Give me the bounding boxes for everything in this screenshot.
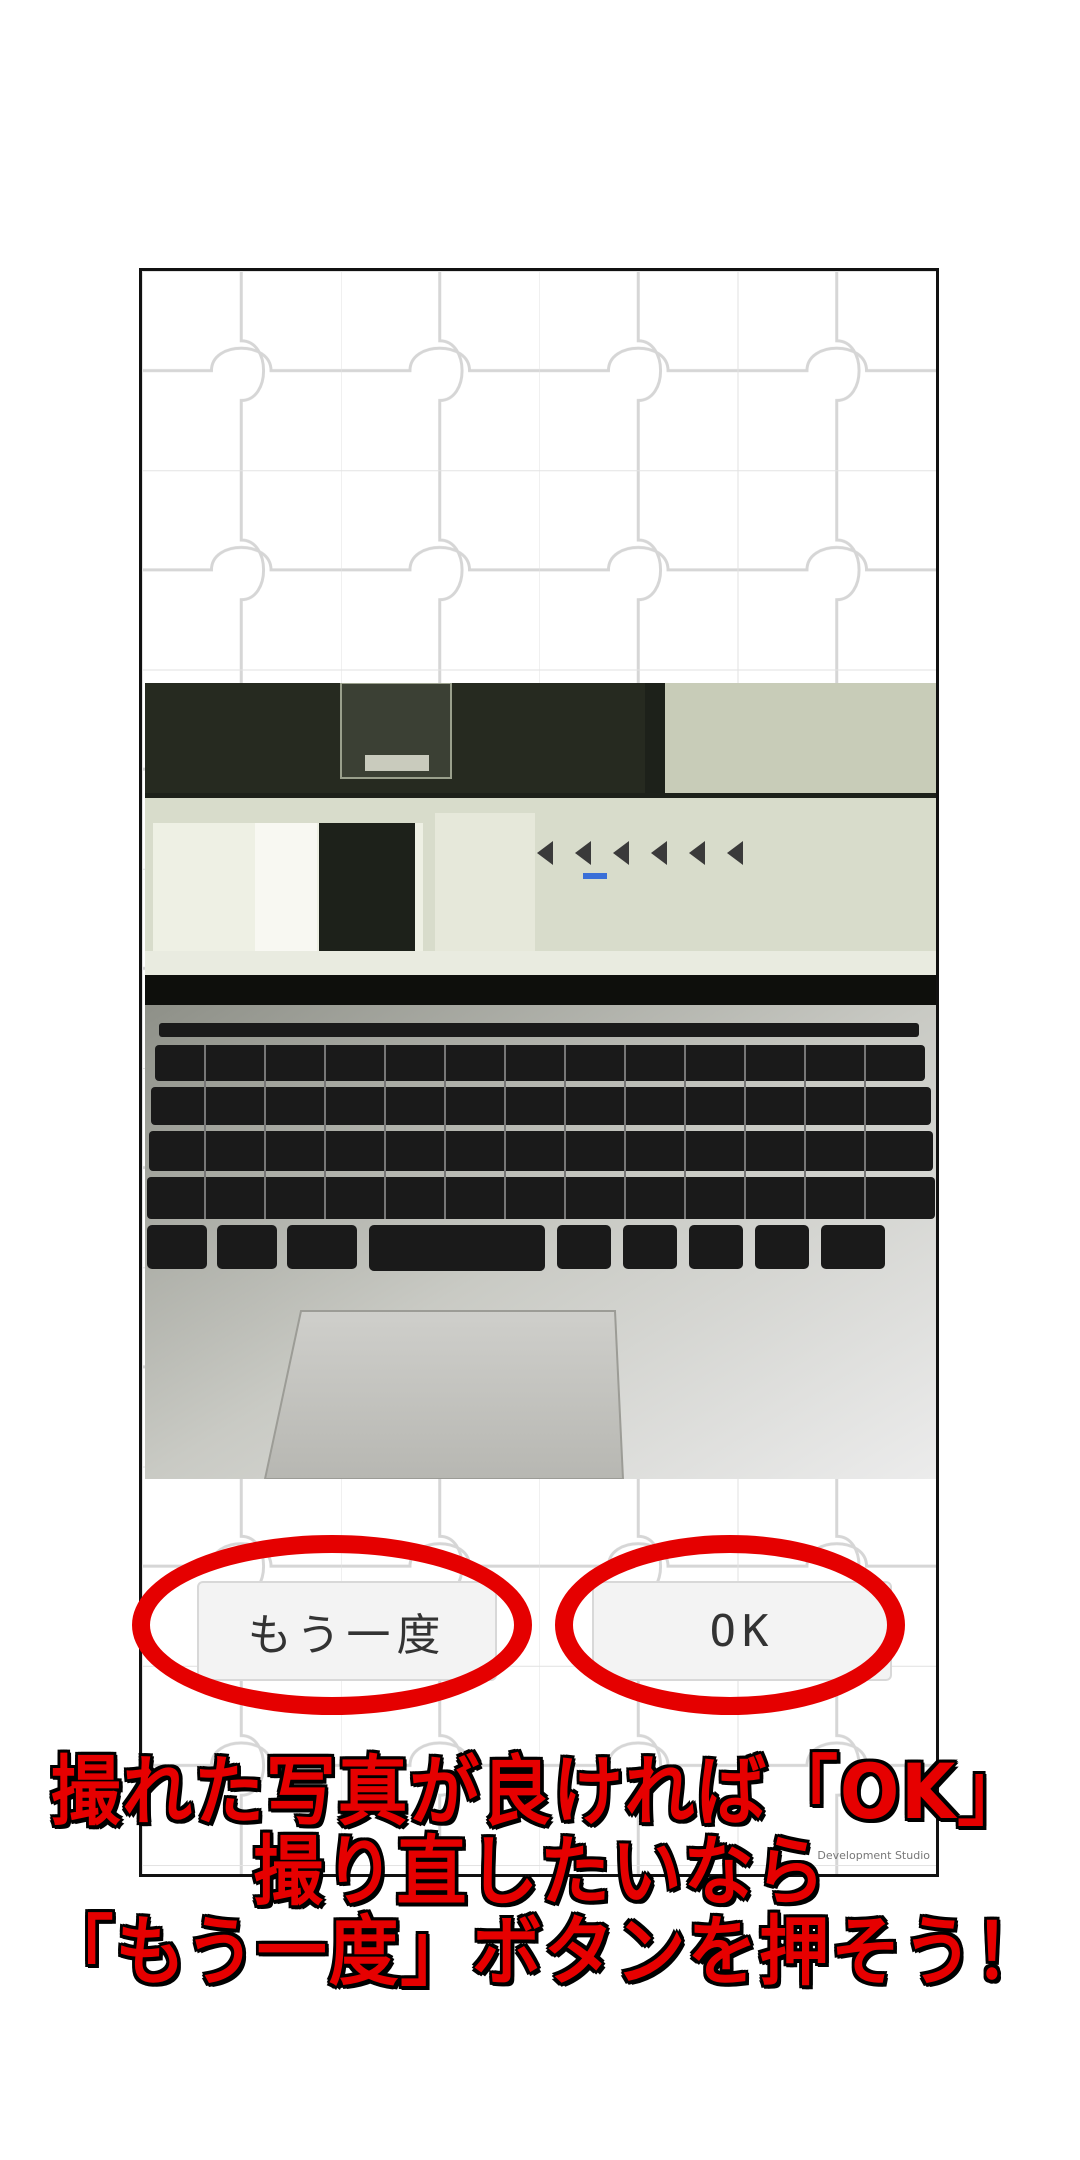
ok-button[interactable]: OK: [592, 1581, 892, 1681]
phone-screen: もう一度 OK Development Studio: [139, 268, 939, 1877]
caption-line-3: 「もう一度」ボタンを押そう！: [42, 1906, 1047, 1998]
retake-button[interactable]: もう一度: [197, 1581, 497, 1681]
captured-photo: [145, 683, 936, 1479]
